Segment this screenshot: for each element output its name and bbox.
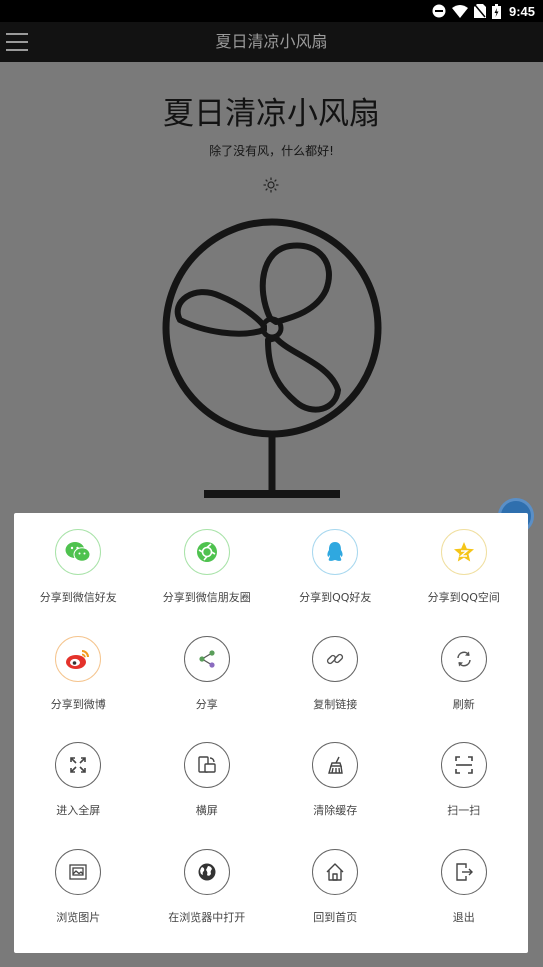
- share-button[interactable]: 分享: [143, 635, 272, 743]
- sun-icon[interactable]: [263, 177, 279, 193]
- icon-circle: [312, 635, 359, 682]
- browse-images-button[interactable]: 浏览图片: [14, 848, 143, 956]
- share-grid: 分享到微信好友 分享到微信朋友圈 分享到QQ好友 分享到QQ空间 分享到微博 分…: [14, 529, 528, 955]
- page-heading: 夏日清凉小风扇: [163, 96, 380, 132]
- icon-circle: [312, 742, 359, 788]
- share-label: 分享到QQ空间: [427, 591, 500, 604]
- icon-circle: [440, 635, 487, 682]
- open-in-browser-button[interactable]: 在浏览器中打开: [143, 848, 272, 956]
- icon-circle: [55, 529, 102, 575]
- copy-link-button[interactable]: 复制链接: [271, 635, 400, 743]
- qzone-icon: [453, 542, 474, 562]
- exit-button[interactable]: 退出: [400, 848, 529, 956]
- globe-icon: [198, 863, 216, 880]
- app-title: 夏日清凉小风扇: [215, 32, 328, 51]
- icon-circle: [55, 848, 102, 895]
- weibo-icon: [66, 649, 90, 669]
- wifi-icon: [451, 5, 468, 18]
- page-subtitle: 除了没有风，什么都好!: [209, 144, 334, 158]
- icon-circle: [183, 848, 230, 895]
- wechat-icon: [65, 542, 91, 562]
- icon-circle: [440, 848, 487, 895]
- share-sheet: 分享到微信好友 分享到微信朋友圈 分享到QQ好友 分享到QQ空间 分享到微博 分…: [14, 513, 528, 953]
- share-label: 分享到微信好友: [39, 591, 117, 604]
- share-label: 分享到微信朋友圈: [162, 591, 251, 604]
- rotate-screen-icon: [198, 756, 216, 773]
- link-icon: [327, 653, 344, 664]
- broom-icon: [328, 756, 344, 774]
- share-label: 浏览图片: [56, 910, 101, 924]
- share-label: 分享到微博: [50, 697, 106, 711]
- image-icon: [69, 863, 87, 880]
- icon-circle: [55, 742, 102, 788]
- do-not-disturb-icon: [432, 4, 446, 18]
- share-qzone-button[interactable]: 分享到QQ空间: [400, 529, 529, 636]
- exit-icon: [456, 862, 473, 881]
- share-label: 清除缓存: [313, 804, 358, 817]
- share-qq-friend-button[interactable]: 分享到QQ好友: [271, 529, 400, 636]
- share-label: 分享: [195, 697, 218, 711]
- status-bar: 9:45: [0, 0, 543, 22]
- share-label: 在浏览器中打开: [168, 910, 246, 924]
- refresh-button[interactable]: 刷新: [400, 635, 529, 743]
- icon-circle: [312, 848, 359, 895]
- home-icon: [326, 862, 344, 881]
- fullscreen-button[interactable]: 进入全屏: [14, 742, 143, 849]
- icon-circle: [183, 742, 230, 788]
- qq-icon: [327, 542, 343, 561]
- landscape-button[interactable]: 横屏: [143, 742, 272, 849]
- share-label: 进入全屏: [56, 804, 101, 817]
- share-wechat-moments-button[interactable]: 分享到微信朋友圈: [143, 529, 272, 636]
- status-icons: 9:45: [432, 3, 535, 19]
- scan-button[interactable]: 扫一扫: [400, 742, 529, 849]
- clear-cache-button[interactable]: 清除缓存: [271, 742, 400, 849]
- icon-circle: [312, 529, 359, 575]
- share-label: 横屏: [195, 804, 218, 817]
- refresh-icon: [457, 651, 471, 666]
- icon-circle: [440, 742, 487, 788]
- share-label: 退出: [452, 910, 475, 924]
- icon-circle: [55, 635, 102, 682]
- share-icon: [199, 649, 215, 668]
- icon-circle: [440, 529, 487, 575]
- share-weibo-button[interactable]: 分享到微博: [14, 635, 143, 743]
- no-sim-icon: [473, 4, 486, 18]
- share-label: 扫一扫: [447, 804, 481, 817]
- share-label: 回到首页: [313, 910, 358, 924]
- fullscreen-icon: [70, 757, 87, 773]
- share-label: 刷新: [452, 697, 475, 711]
- app-bar: 夏日清凉小风扇: [0, 22, 543, 62]
- share-wechat-friend-button[interactable]: 分享到微信好友: [14, 529, 143, 636]
- icon-circle: [183, 635, 230, 682]
- share-label: 分享到QQ好友: [299, 591, 372, 604]
- share-label: 复制链接: [313, 697, 358, 711]
- back-to-home-button[interactable]: 回到首页: [271, 848, 400, 956]
- wechat-moments-icon: [196, 542, 217, 562]
- scan-icon: [454, 756, 473, 774]
- icon-circle: [183, 529, 230, 575]
- battery-icon: [491, 3, 501, 19]
- fan-illustration[interactable]: [160, 214, 384, 504]
- status-time: 9:45: [508, 3, 535, 19]
